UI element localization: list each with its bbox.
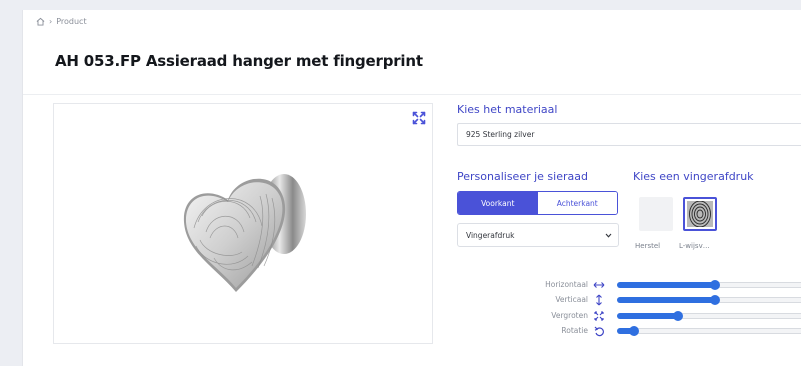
engraving-type-value: Vingerafdruk — [466, 230, 515, 240]
slider-horizontal-thumb[interactable] — [710, 280, 720, 290]
page-card: › Product AH 053.FP Assieraad hanger met… — [22, 10, 801, 366]
fingerprint-option[interactable] — [683, 197, 717, 231]
pendant-image — [183, 174, 306, 292]
fingerprint-label: Kies een vingerafdruk — [633, 170, 754, 183]
side-tabs: Voorkant Achterkant — [457, 191, 618, 215]
breadcrumb-separator: › — [49, 17, 53, 26]
slider-horizontal-track[interactable] — [617, 280, 801, 290]
arrows-vertical-icon — [593, 294, 605, 306]
slider-vertical: Verticaal — [463, 294, 801, 306]
material-field[interactable]: 925 Sterling zilver — [457, 123, 801, 146]
material-label: Kies het materiaal — [457, 103, 558, 116]
fingerprint-reset-label: Herstel — [635, 242, 661, 250]
page-title: AH 053.FP Assieraad hanger met fingerpri… — [55, 52, 423, 70]
slider-vertical-fill — [617, 297, 715, 303]
home-icon[interactable] — [36, 17, 45, 26]
tab-achterkant[interactable]: Achterkant — [537, 192, 617, 214]
fullscreen-icon[interactable] — [412, 110, 426, 125]
fingerprint-icon — [687, 200, 713, 228]
slider-horizontal: Horizontaal — [463, 280, 801, 290]
slider-zoom-fill — [617, 313, 679, 319]
product-preview — [53, 103, 433, 344]
rotate-icon — [593, 325, 605, 337]
slider-zoom-track[interactable] — [617, 311, 801, 321]
slider-zoom-thumb[interactable] — [673, 311, 684, 321]
slider-rotation-track[interactable] — [617, 326, 801, 336]
slider-horizontal-label: Horizontaal — [545, 280, 588, 289]
personalize-label: Personaliseer je sieraad — [457, 170, 588, 183]
slider-vertical-track[interactable] — [617, 295, 801, 305]
breadcrumb: › Product — [36, 17, 87, 26]
slider-horizontal-fill — [617, 282, 715, 288]
tab-voorkant[interactable]: Voorkant — [458, 192, 538, 214]
slider-vertical-label: Verticaal — [555, 295, 588, 304]
slider-zoom-label: Vergroten — [551, 311, 588, 320]
slider-rotation-thumb[interactable] — [628, 326, 639, 336]
engraving-type-select[interactable]: Vingerafdruk — [457, 223, 619, 247]
slider-vertical-thumb[interactable] — [710, 295, 720, 305]
slider-rotation-label: Rotatie — [561, 326, 588, 335]
slider-rotation: Rotatie — [463, 326, 801, 336]
chevron-down-icon — [605, 231, 612, 240]
fingerprint-reset-button[interactable] — [639, 197, 673, 231]
expand-icon — [593, 310, 605, 322]
fingerprint-option-label: L-wijsv… — [679, 242, 710, 250]
arrows-horizontal-icon — [593, 279, 605, 291]
breadcrumb-current: Product — [56, 17, 87, 26]
slider-zoom: Vergroten — [463, 311, 801, 321]
header-divider — [23, 94, 801, 95]
